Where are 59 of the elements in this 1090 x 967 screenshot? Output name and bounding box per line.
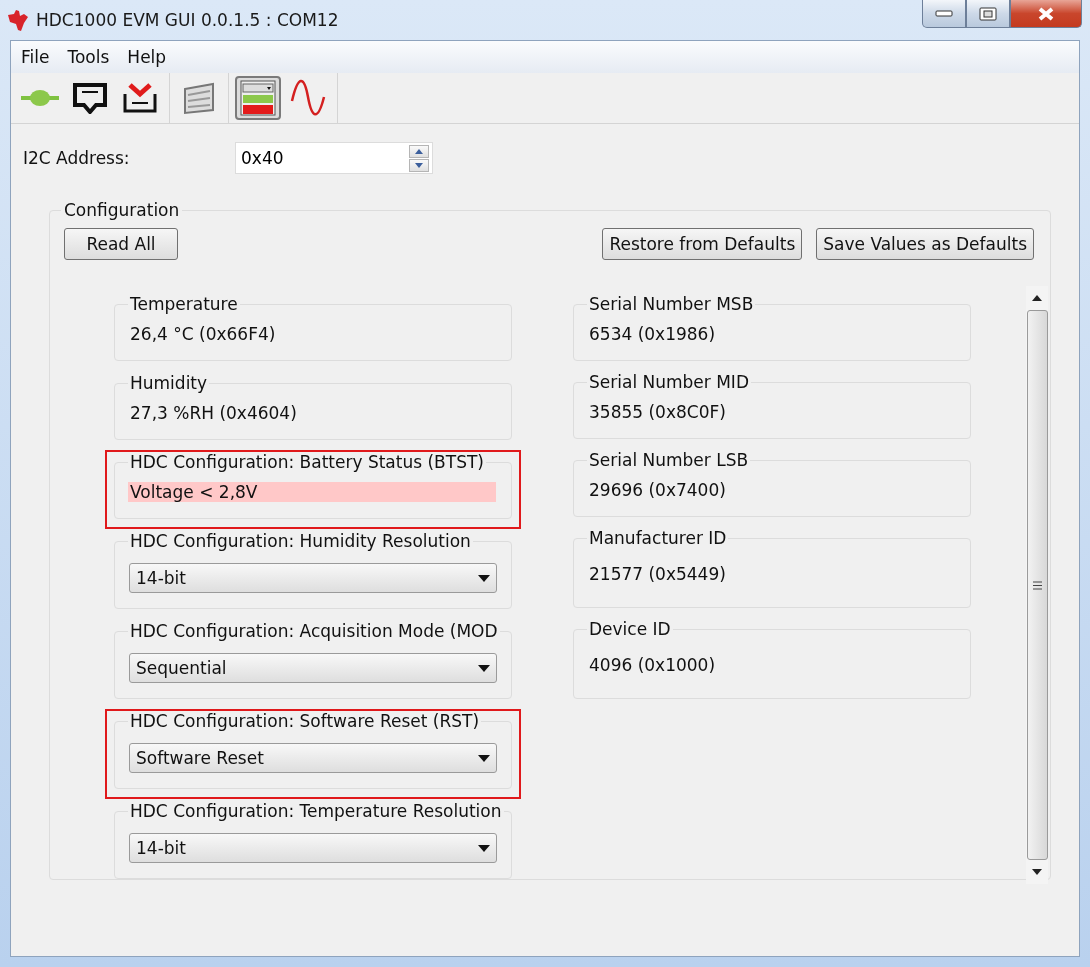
group-label: HDC Configuration: Battery Status (BTST) [129, 452, 485, 472]
spin-up-button[interactable] [409, 144, 429, 158]
spin-down-button[interactable] [409, 158, 429, 172]
caret-icon [478, 754, 490, 762]
logo-icon [6, 9, 30, 31]
minimize-button[interactable] [922, 0, 966, 28]
caret-icon [478, 574, 490, 582]
caret-icon [478, 664, 490, 672]
panel-icon [240, 80, 276, 116]
tray-icon [122, 82, 158, 114]
group-label: Serial Number LSB [588, 450, 750, 470]
group-label: Humidity [129, 373, 209, 393]
value-text: 4096 (0x1000) [588, 655, 717, 675]
read-all-button[interactable]: Read All [64, 228, 178, 260]
menu-item[interactable]: File [15, 45, 56, 69]
menu-item[interactable]: Help [121, 45, 173, 69]
group-label: Temperature [129, 294, 239, 314]
menu-item[interactable]: Tools [61, 45, 116, 69]
save-defaults-button[interactable]: Save Values as Defaults [816, 228, 1034, 260]
minimize-icon [935, 10, 953, 17]
flag-icon [182, 81, 216, 115]
value-text: 26,4 °C (0x66F4) [129, 324, 277, 344]
dropdown[interactable]: Sequential [129, 653, 497, 683]
address-input-field[interactable]: 0x40 [236, 147, 409, 169]
window-title: HDC1000 EVM GUI 0.0.1.5 : COM12 [36, 10, 339, 30]
up-arrow-icon [415, 148, 423, 154]
group-label: Device ID [588, 619, 672, 639]
group-label: HDC Configuration: Temperature Resolution [129, 801, 503, 821]
group-label: HDC Configuration: Humidity Resolution [129, 531, 472, 551]
group-label: Serial Number MID [588, 372, 750, 392]
caret-icon [478, 844, 490, 852]
group-label: Manufacturer ID [588, 528, 728, 548]
value-text: 27,3 %RH (0x4604) [129, 403, 298, 423]
dropdown[interactable]: 14-bit [129, 563, 497, 593]
tray-icon [72, 82, 108, 114]
value-text: 21577 (0x5449) [588, 564, 727, 584]
value-text: 29696 (0x7400) [588, 480, 727, 500]
restore-defaults-button[interactable]: Restore from Defaults [602, 228, 803, 260]
down-arrow-icon [1032, 869, 1042, 875]
value-text: Voltage < 2,8V [128, 482, 496, 502]
plug-icon [21, 89, 59, 107]
down-arrow-icon [415, 162, 423, 168]
value-text: 35855 (0x8C0F) [588, 402, 727, 422]
close-icon [1037, 6, 1055, 21]
group-label: Serial Number MSB [588, 294, 755, 314]
close-button[interactable] [1010, 0, 1082, 28]
field-label: I2C Address: [23, 148, 131, 168]
up-arrow-icon [1032, 295, 1042, 301]
value-text: 6534 (0x1986) [588, 324, 717, 344]
sine-wave-icon [290, 79, 326, 117]
group-label: HDC Configuration: Software Reset (RST) [129, 711, 481, 731]
grip-icon [1032, 580, 1042, 590]
group-label: HDC Configuration: Acquisition Mode (MOD [129, 621, 499, 641]
group-label: Configuration [63, 200, 181, 220]
maximize-button[interactable] [966, 0, 1010, 28]
dropdown[interactable]: 14-bit [129, 833, 497, 863]
maximize-icon [979, 6, 997, 21]
spin-field[interactable]: 0x40 [235, 142, 433, 174]
dropdown[interactable]: Software Reset [129, 743, 497, 773]
